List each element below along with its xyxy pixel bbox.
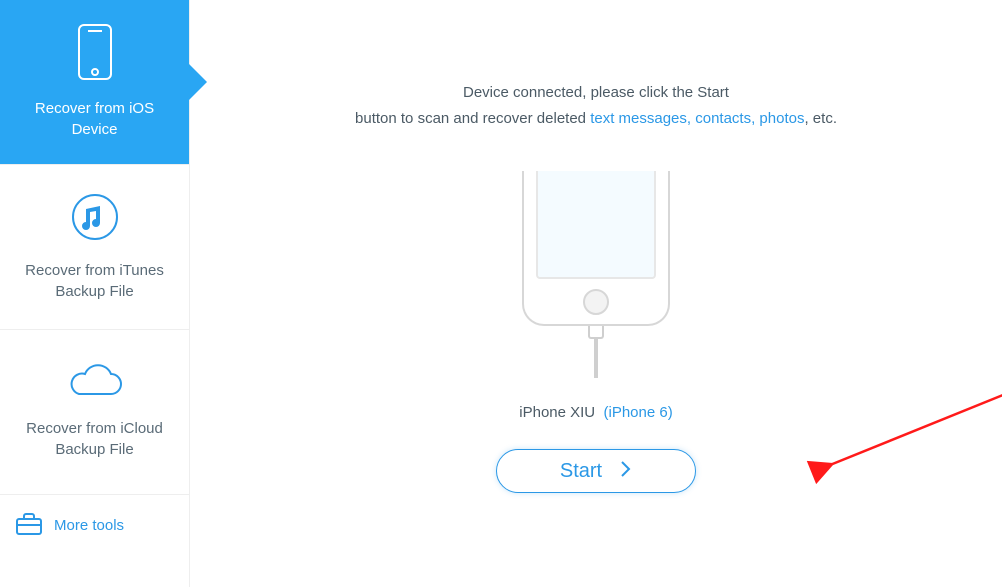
start-button[interactable]: Start xyxy=(496,449,696,493)
main-panel: Device connected, please click the Start… xyxy=(190,0,1002,587)
device-illustration xyxy=(522,171,670,378)
sidebar-item-label: Recover from iOS Device xyxy=(12,99,177,140)
sidebar-item-label: Recover from iTunes Backup File xyxy=(12,261,177,302)
sidebar: Recover from iOS Device Recover from iTu… xyxy=(0,0,190,587)
sidebar-item-more-tools[interactable]: More tools xyxy=(0,495,189,558)
sidebar-item-recover-itunes[interactable]: Recover from iTunes Backup File xyxy=(0,165,189,330)
sidebar-item-recover-icloud[interactable]: Recover from iCloud Backup File xyxy=(0,330,189,495)
toolbox-icon xyxy=(16,513,42,540)
device-model: (iPhone 6) xyxy=(604,404,673,421)
phone-icon xyxy=(78,24,112,85)
cable-tip-icon xyxy=(588,325,604,339)
annotation-arrow-icon xyxy=(800,370,1002,490)
intro-link-types[interactable]: text messages, contacts, photos xyxy=(590,110,804,127)
sidebar-item-label: Recover from iCloud Backup File xyxy=(12,419,177,460)
sidebar-item-recover-ios[interactable]: Recover from iOS Device xyxy=(0,0,189,165)
chevron-right-icon xyxy=(620,458,632,484)
intro-line-1: Device connected, please click the Start xyxy=(355,80,837,106)
start-button-label: Start xyxy=(560,460,602,483)
intro-line-2: button to scan and recover deleted text … xyxy=(355,106,837,132)
intro-text: Device connected, please click the Start… xyxy=(355,80,837,131)
sidebar-item-label: More tools xyxy=(54,516,124,536)
phone-outline-icon xyxy=(522,171,670,326)
cloud-icon xyxy=(67,364,123,405)
device-info: iPhone XIU (iPhone 6) xyxy=(519,404,672,421)
phone-screen xyxy=(536,171,656,279)
device-name: iPhone XIU xyxy=(519,404,595,421)
phone-home-button-icon xyxy=(583,289,609,315)
music-note-circle-icon xyxy=(70,192,120,247)
cable-icon xyxy=(594,338,598,378)
